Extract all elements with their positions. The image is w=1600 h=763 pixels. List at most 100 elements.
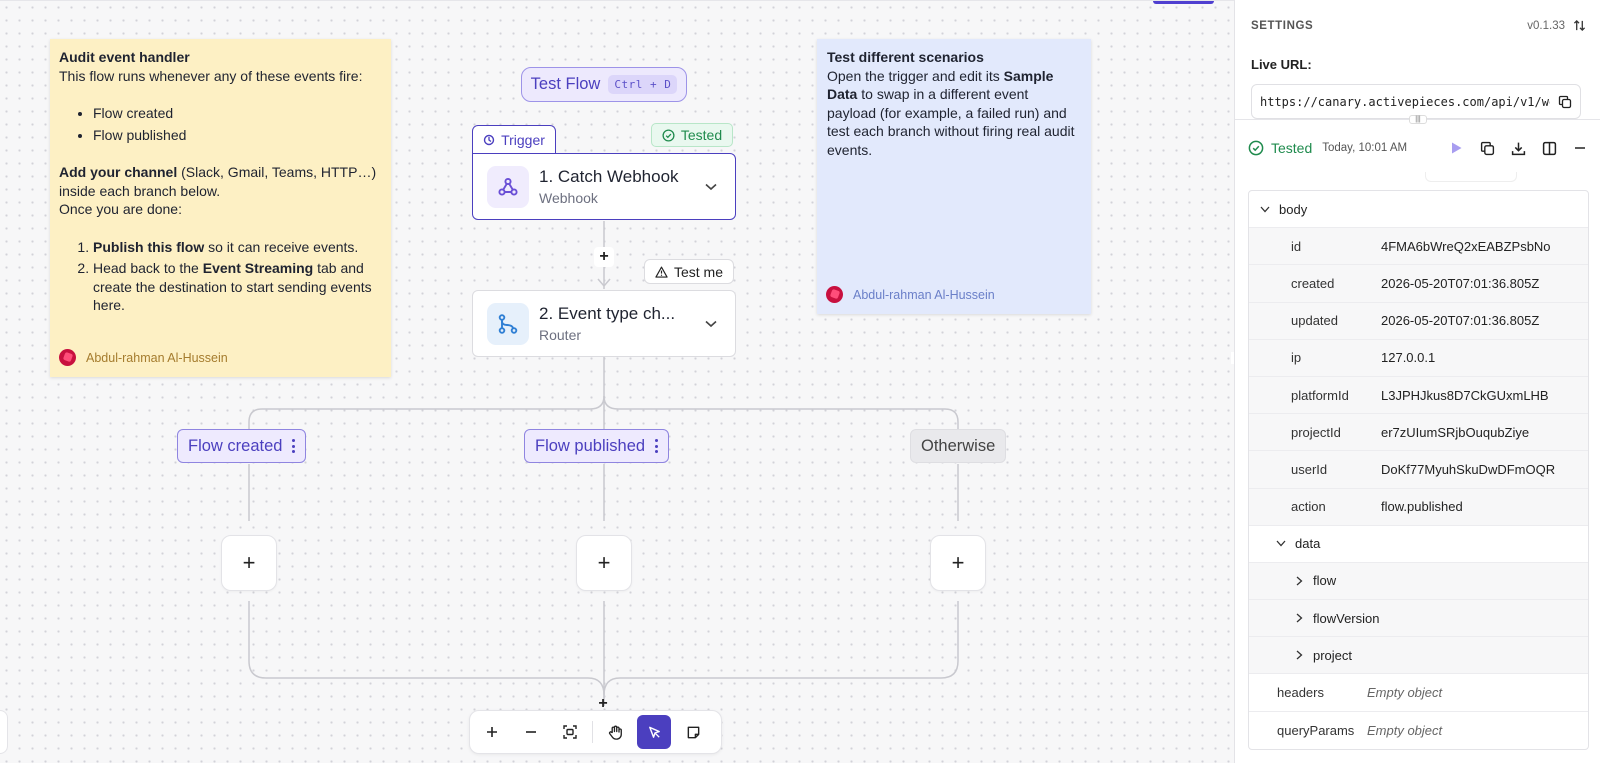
fit-view-icon [563, 725, 577, 739]
test-flow-button[interactable]: Test Flow Ctrl + D [521, 67, 687, 102]
table-row: ip 127.0.0.1 [1249, 339, 1588, 377]
step-subtitle: Webhook [539, 190, 598, 206]
select-mode-button[interactable] [637, 715, 671, 749]
output-tree: body id 4FMA6bWreQ2xEABZPsbNo created 2026… [1248, 190, 1589, 750]
step-title: 1. Catch Webhook [539, 167, 679, 186]
settings-header: SETTINGS v0.1.33 [1251, 19, 1586, 32]
chevron-down-icon[interactable] [701, 314, 721, 334]
split-resize-handle[interactable]: ||| [1409, 115, 1427, 124]
table-row: updated 2026-05-20T07:01:36.805Z [1249, 302, 1588, 340]
tree-row-project[interactable]: project [1249, 637, 1588, 675]
settings-title: SETTINGS [1251, 19, 1314, 32]
table-row: platformId L3JPHJkus8D7CkGUxmLHB [1249, 376, 1588, 415]
note-intro: This flow runs whenever any of these eve… [59, 67, 363, 84]
test-me-badge[interactable]: Test me [644, 259, 734, 284]
list-item: Flow created [93, 104, 382, 123]
collapsed-tab [1425, 172, 1517, 182]
note-channel: Add your channel (Slack, Gmail, Teams, H… [59, 164, 377, 199]
tested-badge: Tested [651, 123, 733, 147]
more-vertical-icon[interactable] [292, 439, 296, 453]
table-row: userId DoKf77MyuhSkuDwDFmOQR [1249, 451, 1588, 489]
flow-canvas[interactable]: Audit event handler This flow runs whene… [0, 0, 1234, 763]
table-row: action flow.published [1249, 488, 1588, 526]
note-body: Open the trigger and edit its Sample Dat… [827, 67, 1075, 158]
version-label: v0.1.33 [1527, 19, 1586, 32]
table-row: created 2026-05-20T07:01:36.805Z [1249, 265, 1588, 303]
note-author: Abdul-rahman Al-Hussein [826, 286, 995, 305]
note-title: Audit event handler [59, 49, 190, 65]
step-title: 2. Event type ch... [539, 304, 676, 323]
shortcut-badge: Ctrl + D [608, 75, 678, 94]
sticky-note-scenarios[interactable]: Test different scenarios Open the trigge… [817, 39, 1091, 314]
trigger-icon [483, 134, 495, 145]
split-view-icon[interactable] [1541, 140, 1557, 156]
pan-mode-button[interactable] [598, 715, 632, 749]
tree-row-flowversion[interactable]: flowVersion [1249, 600, 1588, 638]
warning-icon [655, 266, 668, 278]
add-action-button[interactable]: + [930, 535, 986, 591]
chevron-right-icon[interactable] [1289, 576, 1309, 586]
tree-row-flow[interactable]: flow [1249, 562, 1588, 601]
test-actions [1448, 140, 1588, 156]
minimize-icon[interactable] [1572, 140, 1588, 156]
chevron-right-icon[interactable] [1289, 613, 1309, 623]
fit-view-button[interactable] [553, 715, 587, 749]
tree-row-body[interactable]: body [1249, 191, 1588, 229]
tree-row-data[interactable]: data [1249, 526, 1588, 563]
more-vertical-icon[interactable] [655, 439, 659, 453]
note-author: Abdul-rahman Al-Hussein [59, 349, 228, 368]
event-list: Flow created Flow published [93, 104, 382, 144]
add-step-button[interactable]: + [594, 247, 614, 267]
settings-panel: SETTINGS v0.1.33 Live URL: https://canar… [1234, 0, 1600, 763]
table-row: projectId er7zUIumSRjbOuqubZiye [1249, 414, 1588, 452]
canvas-toolbar [469, 710, 722, 754]
webhook-icon [487, 165, 529, 208]
toolbar-divider [592, 721, 593, 743]
router-icon [487, 302, 529, 345]
minus-icon [526, 731, 536, 733]
branch-flow-created[interactable]: Flow created [177, 429, 307, 463]
chevron-down-icon[interactable] [1255, 206, 1275, 213]
avatar [59, 349, 76, 367]
note-done: Once you are done: [59, 201, 182, 217]
add-note-button[interactable] [676, 715, 710, 749]
live-url-field[interactable]: https://canary.activepieces.com/api/v1/w… [1251, 84, 1581, 119]
note-icon [687, 726, 699, 738]
step-subtitle: Router [539, 327, 582, 343]
sticky-note-audit[interactable]: Audit event handler This flow runs whene… [50, 39, 391, 377]
swap-vertical-icon[interactable] [1573, 19, 1586, 32]
cursor-icon [648, 726, 660, 738]
avatar [826, 286, 843, 304]
list-item: Head back to the Event Streaming tab and… [93, 259, 382, 315]
list-item: Flow published [93, 126, 382, 145]
play-icon[interactable] [1448, 140, 1464, 156]
zoom-in-button[interactable] [475, 715, 509, 749]
chevron-right-icon[interactable] [1289, 650, 1309, 660]
add-action-button[interactable]: + [221, 535, 277, 591]
branch-otherwise[interactable]: Otherwise [910, 429, 1007, 463]
trigger-tag: Trigger [472, 125, 556, 153]
hand-icon [608, 725, 622, 740]
step-event-type-router[interactable]: 2. Event type ch... Router [472, 290, 736, 357]
tested-timestamp: Today, 10:01 AM [1322, 142, 1408, 154]
list-item: Publish this flow so it can receive even… [93, 238, 382, 257]
add-action-button[interactable]: + [576, 535, 632, 591]
check-circle-icon [1248, 140, 1264, 156]
chevron-down-icon[interactable] [1271, 540, 1291, 547]
tested-status: Tested [1248, 140, 1312, 156]
table-row: headers Empty object [1249, 674, 1588, 712]
step-catch-webhook[interactable]: 1. Catch Webhook Webhook [472, 153, 736, 220]
branch-flow-published[interactable]: Flow published [524, 429, 670, 463]
chevron-down-icon[interactable] [701, 177, 721, 197]
live-url-label: Live URL: [1251, 57, 1312, 72]
steps-list: Publish this flow so it can receive even… [93, 238, 382, 315]
left-panel-toggle[interactable] [0, 710, 8, 754]
check-circle-icon [662, 128, 675, 142]
copy-icon[interactable] [1479, 140, 1495, 156]
zoom-out-button[interactable] [514, 715, 548, 749]
table-row: queryParams Empty object [1277, 722, 1443, 738]
download-icon[interactable] [1510, 140, 1526, 156]
note-title: Test different scenarios [827, 49, 984, 65]
table-row: id 4FMA6bWreQ2xEABZPsbNo [1249, 228, 1588, 266]
copy-icon[interactable] [1558, 95, 1572, 109]
